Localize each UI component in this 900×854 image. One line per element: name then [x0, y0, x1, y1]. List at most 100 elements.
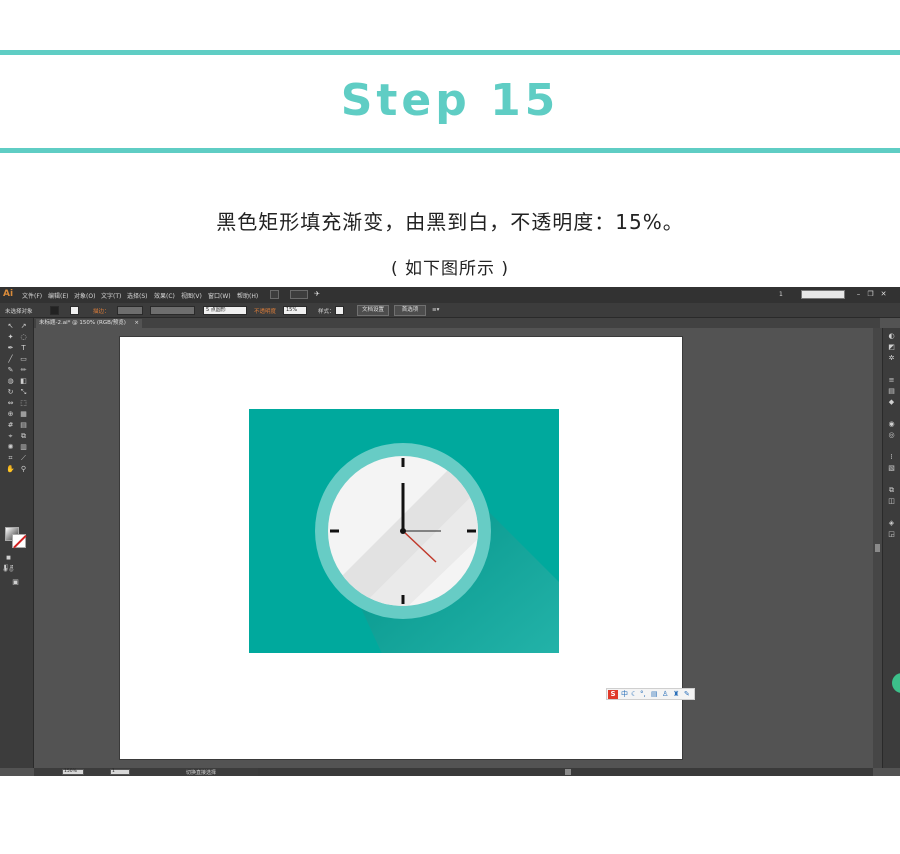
swatches-icon[interactable]: ✲ [887, 354, 896, 362]
gradient-panel-icon[interactable]: ◉ [887, 420, 896, 428]
gradient-icon[interactable]: ▤ [18, 421, 29, 430]
send-icon[interactable]: ✈ [311, 290, 323, 298]
rotate-icon[interactable]: ↻ [5, 388, 16, 397]
search-input[interactable] [801, 290, 845, 299]
document-tab[interactable]: 未标题-2.ai* @ 150% (RGB/预览) × [36, 319, 142, 328]
paintbrush-icon[interactable]: ✎ [5, 366, 16, 375]
panel-menu-icon[interactable]: ≡▾ [432, 307, 439, 313]
arrange-documents-button[interactable] [290, 290, 308, 299]
zoom-icon[interactable]: ⚲ [18, 465, 29, 474]
preferences-button[interactable]: 首选项 [394, 305, 426, 316]
status-tool-hint: 切换直接选择 [186, 770, 217, 776]
style-swatch[interactable] [335, 306, 344, 315]
screen-mode-icon[interactable]: ▣ [10, 578, 21, 587]
workspace-switcher[interactable]: 1 [779, 291, 783, 298]
menu-edit[interactable]: 编辑(E) [48, 291, 68, 300]
fill-swatch[interactable] [50, 306, 59, 315]
symbols-icon[interactable]: ▤ [887, 387, 896, 395]
hand-icon[interactable]: ✋ [5, 465, 16, 474]
artboards-icon[interactable]: ◲ [887, 530, 896, 538]
width-icon[interactable]: ⇔ [5, 399, 16, 408]
blob-brush-icon[interactable]: ◍ [5, 377, 16, 386]
artboard[interactable] [120, 337, 682, 759]
color-mode-icon[interactable]: ■ ◧ ⧄ [3, 554, 14, 570]
mesh-icon[interactable]: # [5, 421, 16, 430]
variable-width-field[interactable] [150, 306, 195, 315]
ime-logo[interactable]: S [608, 690, 618, 699]
settings-wrench-icon[interactable]: ✎ [684, 690, 690, 699]
layers-icon[interactable]: ◈ [887, 519, 896, 527]
document-setup-button[interactable]: 文档设置 [357, 305, 389, 316]
appearance-icon[interactable]: ⁞ [887, 453, 896, 461]
column-graph-icon[interactable]: ▥ [18, 443, 29, 452]
menu-object[interactable]: 对象(O) [74, 291, 95, 300]
punctuation-icon[interactable]: °, [640, 690, 646, 699]
menu-effect[interactable]: 效果(C) [154, 291, 175, 300]
eyedropper-icon[interactable]: ⌖ [5, 432, 16, 441]
color-panel-icon[interactable]: ◐ [887, 332, 896, 340]
ime-toolbar[interactable]: S 中 ☾ °, ▤ ♙ ♜ ✎ [606, 688, 695, 700]
restore-icon[interactable]: ❐ [866, 290, 875, 298]
brush-definition-field[interactable]: 5 点圆形 [203, 306, 247, 315]
vertical-scroll-thumb[interactable] [875, 544, 880, 552]
bridge-button[interactable] [270, 290, 279, 299]
free-transform-icon[interactable]: ⬚ [18, 399, 29, 408]
selection-icon[interactable]: ↖ [5, 322, 16, 331]
vertical-scrollbar[interactable] [873, 328, 882, 768]
direct-selection-icon[interactable]: ↗ [18, 322, 29, 331]
transparency-icon[interactable]: ◎ [887, 431, 896, 439]
stroke-label[interactable]: 描边： [93, 307, 110, 315]
horizontal-scrollbar[interactable] [258, 768, 873, 776]
menu-file[interactable]: 文件(F) [22, 291, 42, 300]
voice-icon[interactable]: ♙ [662, 690, 668, 699]
keyboard-icon[interactable]: ▤ [651, 690, 658, 699]
stroke-color-swatch[interactable] [12, 534, 26, 548]
ime-mode-toggle[interactable]: 中 [621, 690, 628, 699]
menu-bar: Ai 文件(F) 编辑(E) 对象(O) 文字(T) 选择(S) 效果(C) 视… [0, 287, 900, 303]
brushes-icon[interactable]: ≡ [887, 376, 896, 384]
magic-wand-icon[interactable]: ✦ [5, 333, 16, 342]
color-guide-icon[interactable]: ◩ [887, 343, 896, 351]
stroke-weight-field[interactable] [117, 306, 143, 315]
graphic-styles-icon[interactable]: ▧ [887, 464, 896, 472]
skin-icon[interactable]: ♜ [673, 690, 679, 699]
draw-mode-icon[interactable]: ◉ ◎ [3, 566, 14, 575]
line-icon[interactable]: ╱ [5, 355, 16, 364]
perspective-icon[interactable]: ▦ [18, 410, 29, 419]
app-logo: Ai [3, 289, 14, 299]
close-tab-icon[interactable]: × [134, 319, 139, 328]
lasso-icon[interactable]: ◌ [18, 333, 29, 342]
horizontal-scroll-thumb[interactable] [565, 769, 571, 775]
blend-icon[interactable]: ⧉ [18, 432, 29, 441]
opacity-field[interactable]: 15% [283, 306, 307, 315]
menu-window[interactable]: 窗口(W) [208, 291, 231, 300]
opacity-label[interactable]: 不透明度 [254, 307, 276, 315]
moon-icon[interactable]: ☾ [631, 690, 637, 699]
scale-icon[interactable]: ⤡ [18, 388, 29, 397]
minimize-icon[interactable]: – [854, 290, 863, 298]
menu-type[interactable]: 文字(T) [101, 291, 121, 300]
pathfinder-icon[interactable]: ◫ [887, 497, 896, 505]
align-icon[interactable]: ⧉ [887, 486, 896, 494]
menu-help[interactable]: 帮助(H) [237, 291, 258, 300]
eraser-icon[interactable]: ◧ [18, 377, 29, 386]
menu-select[interactable]: 选择(S) [127, 291, 148, 300]
stroke-swatch[interactable] [70, 306, 79, 315]
menu-view[interactable]: 视图(V) [181, 291, 202, 300]
shape-builder-icon[interactable]: ⊕ [5, 410, 16, 419]
pencil-icon[interactable]: ✏ [18, 366, 29, 375]
artboard-icon[interactable]: ⌗ [5, 454, 16, 463]
control-bar: 未选择对象 描边： 5 点圆形 不透明度 15% 样式： 文档设置 首选项 ≡▾ [0, 303, 900, 318]
status-bar: 150% 1 切换直接选择 [34, 768, 258, 776]
rectangle-icon[interactable]: ▭ [18, 355, 29, 364]
pen-icon[interactable]: ✒ [5, 344, 16, 353]
bottom-divider [0, 148, 900, 153]
stroke-icon[interactable]: ◆ [887, 398, 896, 406]
close-icon[interactable]: ✕ [879, 290, 888, 298]
symbol-sprayer-icon[interactable]: ✺ [5, 443, 16, 452]
clock-illustration[interactable] [249, 409, 559, 653]
zoom-field[interactable]: 150% [62, 769, 84, 775]
artboard-number-field[interactable]: 1 [110, 769, 130, 775]
type-icon[interactable]: T [18, 344, 29, 353]
slice-icon[interactable]: ⟋ [18, 454, 29, 463]
